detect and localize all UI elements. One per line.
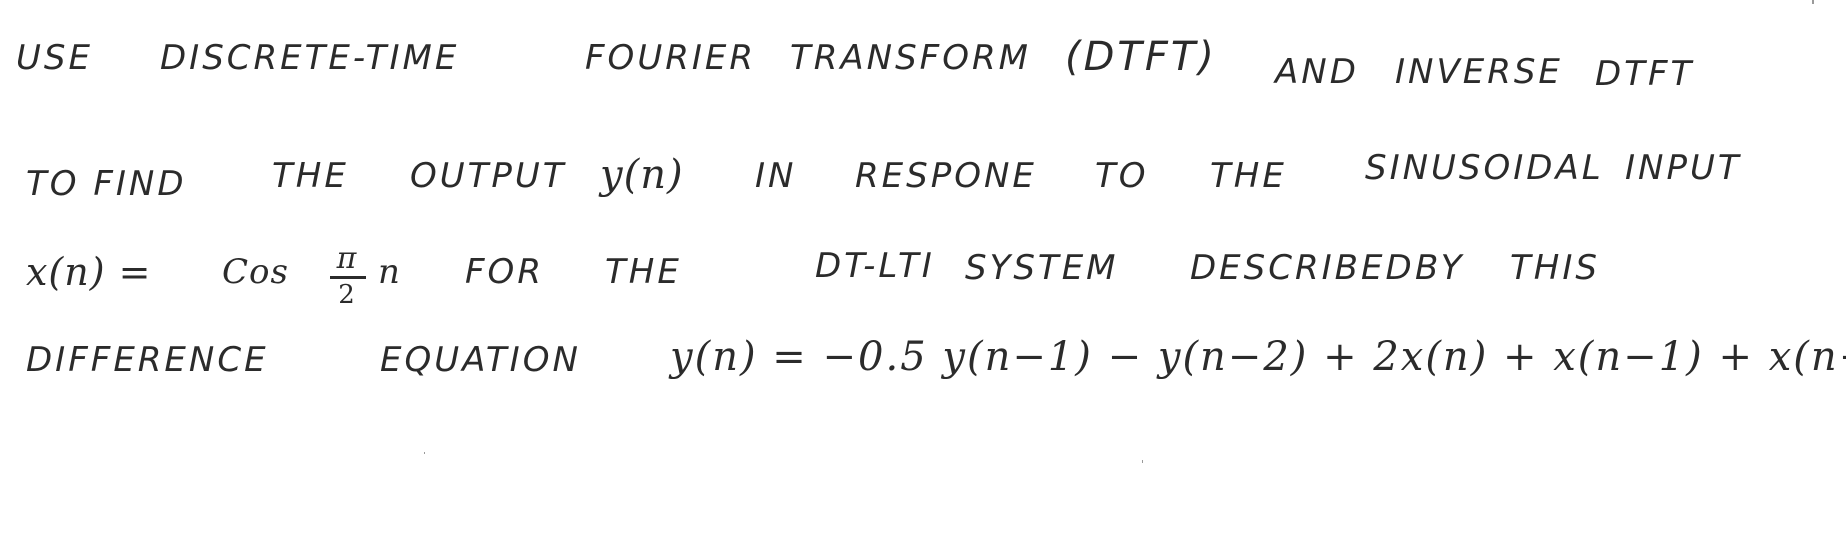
input-lhs: x(n) = [26, 250, 152, 294]
scan-speck [424, 452, 425, 454]
word: FOURIER [585, 38, 756, 78]
output-symbol: y(n) [600, 152, 684, 198]
word: IN [755, 156, 797, 196]
word: DESCRIBED [1190, 248, 1415, 288]
pi-over-two-fraction: π 2 [330, 244, 366, 309]
word: USE [16, 38, 93, 78]
word: INPUT [1625, 148, 1742, 188]
word: THE [272, 156, 349, 196]
variable-n: n [378, 252, 401, 292]
fraction-numerator: π [336, 241, 360, 276]
word: THE [1210, 156, 1287, 196]
word: DIFFERENCE [26, 340, 269, 380]
word: AND [1275, 52, 1359, 92]
word: SYSTEM [965, 248, 1119, 288]
word: DISCRETE-TIME [160, 38, 460, 78]
word: SINUSOIDAL [1365, 148, 1604, 188]
word: TO FIND [26, 164, 187, 204]
word: TRANSFORM [790, 38, 1031, 78]
word: (DTFT) [1065, 34, 1217, 80]
word: TO [1095, 156, 1149, 196]
difference-equation: y(n) = −0.5 y(n−1) − y(n−2) + 2x(n) + x(… [670, 334, 1846, 380]
handwritten-problem-sheet: USE DISCRETE-TIME FOURIER TRANSFORM (DTF… [0, 0, 1846, 553]
fraction-bar [330, 276, 366, 279]
word: DT-LTI [815, 246, 935, 286]
fraction-denominator: 2 [338, 280, 358, 310]
word: INVERSE [1395, 52, 1563, 92]
scan-speck [1812, 0, 1814, 4]
word: THE [605, 252, 682, 292]
word: RESPONE [855, 156, 1037, 196]
word: BY [1415, 248, 1465, 288]
scan-speck [1142, 460, 1143, 463]
word: FOR [465, 252, 544, 292]
word: OUTPUT [410, 156, 567, 196]
cos-function: Cos [222, 252, 289, 292]
word: DTFT [1595, 54, 1695, 94]
word: EQUATION [380, 340, 581, 380]
word: THIS [1510, 248, 1600, 288]
